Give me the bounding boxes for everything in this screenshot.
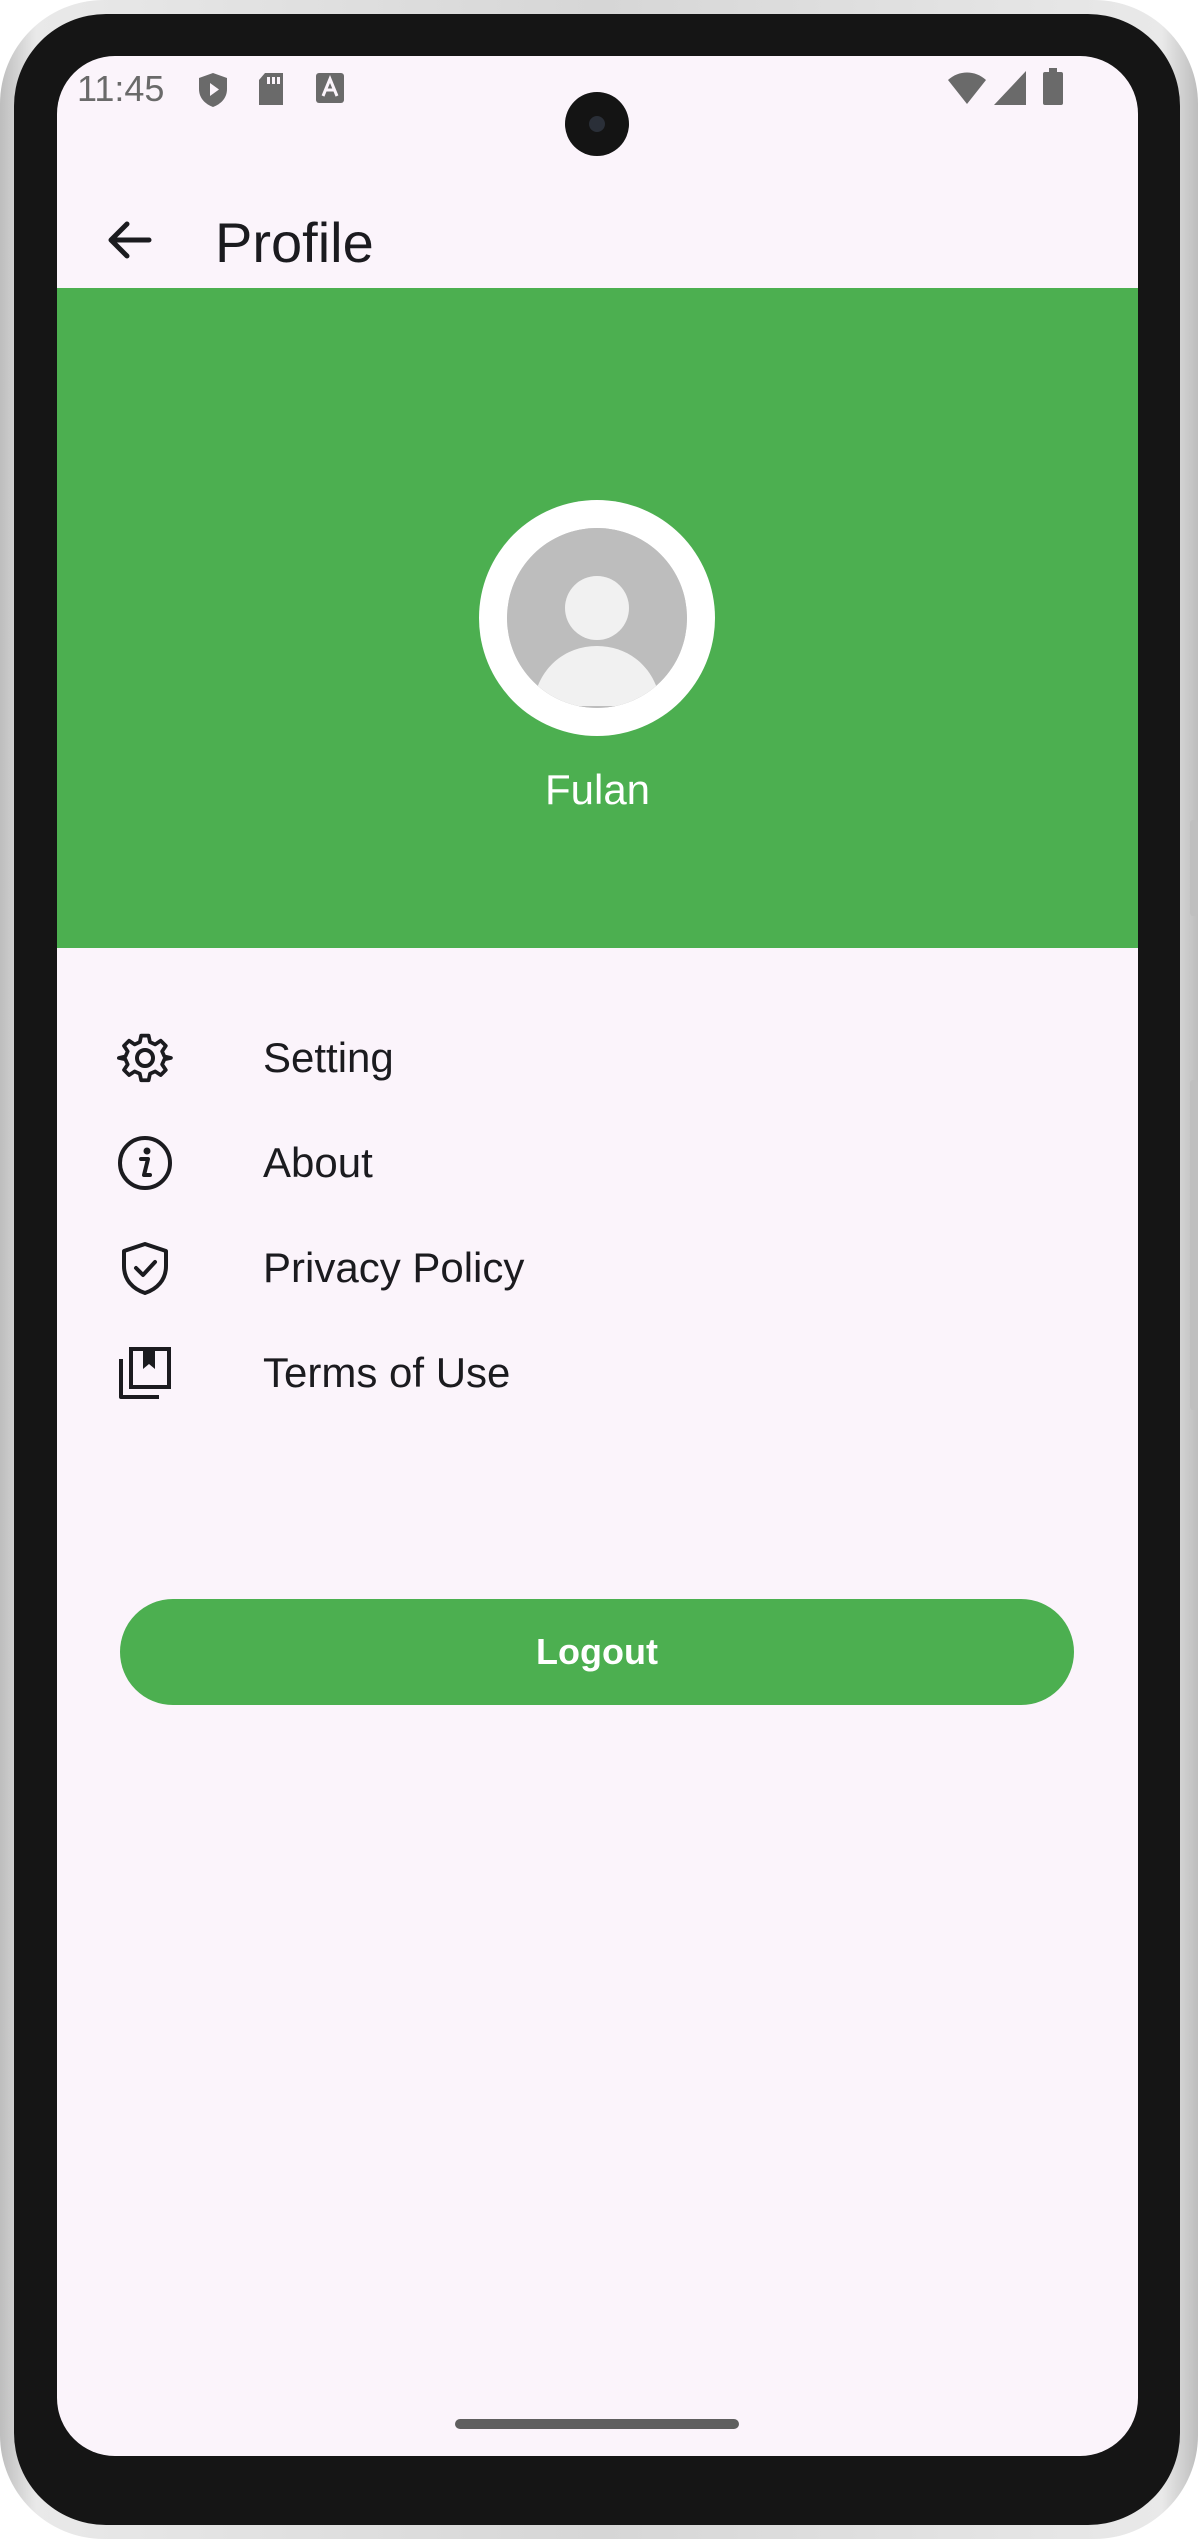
menu-item-label: Terms of Use — [263, 1349, 511, 1396]
bookmarks-icon — [117, 1345, 173, 1401]
user-name: Fulan — [544, 766, 651, 813]
battery-icon — [1042, 68, 1064, 111]
menu-item-terms-of-use[interactable]: Terms of Use — [117, 1331, 817, 1411]
shield-check-icon — [117, 1240, 173, 1296]
status-time: 11:45 — [77, 68, 165, 109]
volume-button — [1190, 1080, 1198, 1410]
screen: 11:45 Profile Fulan Setting About Privac… — [57, 56, 1138, 2456]
menu-item-privacy-policy[interactable]: Privacy Policy — [117, 1226, 817, 1306]
menu-item-label: About — [263, 1139, 373, 1186]
menu-item-about[interactable]: About — [117, 1121, 817, 1201]
avatar[interactable] — [479, 500, 715, 736]
font-a-icon — [315, 72, 345, 109]
default-user-avatar-icon — [507, 528, 687, 708]
menu-item-label: Privacy Policy — [263, 1244, 525, 1291]
logout-button[interactable]: Logout — [120, 1599, 1074, 1705]
menu-item-label: Setting — [263, 1034, 394, 1081]
wifi-icon — [947, 70, 987, 111]
power-button — [1190, 820, 1198, 916]
page-title: Profile — [215, 211, 374, 274]
shield-play-icon — [197, 72, 229, 113]
gear-icon — [117, 1030, 173, 1086]
sd-card-icon — [257, 72, 285, 111]
cellular-signal-icon — [993, 70, 1027, 111]
phone-frame: 11:45 Profile Fulan Setting About Privac… — [0, 0, 1198, 2539]
menu-item-setting[interactable]: Setting — [117, 1016, 817, 1096]
home-indicator[interactable] — [455, 2419, 739, 2429]
back-button[interactable] — [93, 204, 165, 276]
info-icon — [117, 1135, 173, 1191]
arrow-back-icon — [93, 221, 165, 280]
profile-header: Fulan — [57, 288, 1138, 948]
